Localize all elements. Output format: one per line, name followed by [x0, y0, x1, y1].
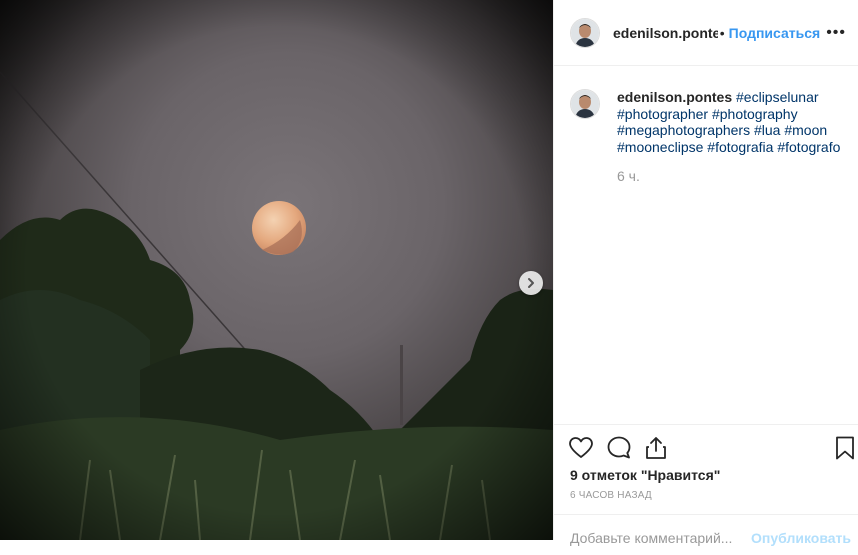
post-author[interactable]: edenilson.pontes	[613, 25, 718, 41]
avatar[interactable]	[570, 17, 600, 48]
chevron-right-icon	[528, 278, 534, 288]
post-panel: edenilson.pontes • Подписаться ••• edeni…	[553, 0, 858, 546]
caption-author[interactable]: edenilson.pontes	[617, 89, 732, 105]
hashtag-link[interactable]: #fotografo	[777, 139, 840, 155]
post-photo[interactable]	[0, 0, 553, 540]
post-time-ago: 6 ЧАСОВ НАЗАД	[570, 490, 652, 501]
avatar-image	[571, 90, 599, 118]
heart-icon[interactable]	[568, 435, 594, 461]
hashtag-link[interactable]: #mooneclipse	[617, 139, 703, 155]
comment-icon[interactable]	[606, 435, 632, 461]
next-photo-button[interactable]	[519, 271, 543, 295]
caption-text: edenilson.pontes #eclipselunar #photogra…	[617, 89, 857, 185]
hashtag-link[interactable]: #fotografia	[707, 139, 773, 155]
hashtag-link[interactable]: #megaphotographers	[617, 122, 750, 138]
header-separator: •	[719, 24, 725, 41]
caption-avatar[interactable]	[570, 89, 600, 119]
avatar-image	[571, 18, 599, 47]
hashtag-link[interactable]: #moon	[784, 122, 827, 138]
comment-bar: Добавьте комментарий... Опубликовать	[554, 514, 858, 555]
post-header: edenilson.pontes • Подписаться •••	[554, 0, 858, 66]
lunar-eclipse-image	[0, 0, 553, 540]
bookmark-icon[interactable]	[832, 435, 858, 461]
hashtag-link[interactable]: #lua	[754, 122, 780, 138]
likes-count[interactable]: 9 отметок "Нравится"	[570, 467, 720, 483]
hashtag-link[interactable]: #photography	[712, 106, 798, 122]
caption: edenilson.pontes #eclipselunar #photogra…	[570, 89, 857, 185]
more-options-icon[interactable]: •••	[820, 24, 852, 42]
hashtag-link[interactable]: #eclipselunar	[736, 89, 819, 105]
share-icon[interactable]	[643, 435, 669, 461]
action-bar	[554, 424, 858, 471]
caption-time: 6 ч.	[617, 168, 640, 184]
hashtag-link[interactable]: #photographer	[617, 106, 708, 122]
comment-input[interactable]: Добавьте комментарий...	[570, 530, 732, 546]
follow-button[interactable]: Подписаться	[729, 25, 821, 41]
publish-button[interactable]: Опубликовать	[751, 530, 851, 546]
